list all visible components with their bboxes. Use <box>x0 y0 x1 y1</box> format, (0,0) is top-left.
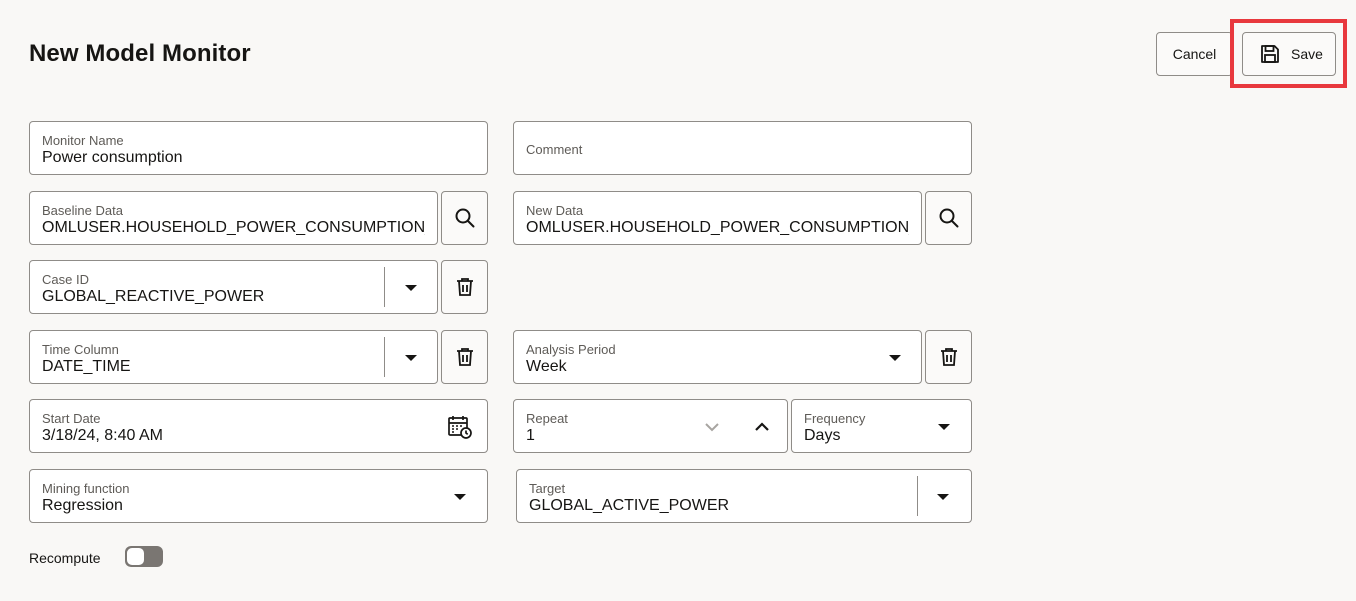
chevron-down-icon[interactable] <box>454 494 466 500</box>
cancel-button-label: Cancel <box>1172 46 1217 62</box>
chevron-down-icon[interactable] <box>889 355 901 361</box>
comment-label: Comment <box>526 142 583 157</box>
repeat-label: Repeat <box>526 411 568 426</box>
search-icon <box>454 207 476 229</box>
divider <box>384 337 385 377</box>
start-date-label: Start Date <box>42 411 101 426</box>
chevron-down-icon[interactable] <box>405 355 417 361</box>
new-data-label: New Data <box>526 203 584 218</box>
mining-function-value: Regression <box>42 497 123 514</box>
start-date-field[interactable]: Start Date 3/18/24, 8:40 AM <box>29 399 488 453</box>
frequency-label: Frequency <box>804 411 866 426</box>
save-button-label: Save <box>1291 46 1323 62</box>
frequency-value: Days <box>804 427 841 444</box>
target-select[interactable]: Target GLOBAL_ACTIVE_POWER <box>516 469 972 523</box>
calendar-icon[interactable] <box>447 414 473 440</box>
target-value: GLOBAL_ACTIVE_POWER <box>529 497 730 514</box>
trash-icon <box>938 346 960 368</box>
trash-icon <box>454 276 476 298</box>
chevron-down-icon[interactable] <box>405 285 417 291</box>
new-data-value: OMLUSER.HOUSEHOLD_POWER_CONSUMPTION_2 <box>526 219 909 236</box>
recompute-toggle[interactable] <box>125 546 163 567</box>
cancel-button[interactable]: Cancel <box>1156 32 1233 76</box>
chevron-down-icon[interactable] <box>703 418 721 436</box>
time-column-value: DATE_TIME <box>42 358 131 375</box>
save-icon <box>1259 43 1281 65</box>
baseline-data-search-button[interactable] <box>441 191 488 245</box>
mining-function-select[interactable]: Mining function Regression <box>29 469 488 523</box>
analysis-period-value: Week <box>526 358 567 375</box>
baseline-data-field[interactable]: Baseline Data OMLUSER.HOUSEHOLD_POWER_CO… <box>29 191 438 245</box>
new-data-field[interactable]: New Data OMLUSER.HOUSEHOLD_POWER_CONSUMP… <box>513 191 922 245</box>
divider <box>917 476 918 516</box>
frequency-select[interactable]: Frequency Days <box>791 399 972 453</box>
time-column-select[interactable]: Time Column DATE_TIME <box>29 330 438 384</box>
chevron-down-icon[interactable] <box>937 494 949 500</box>
case-id-value: GLOBAL_REACTIVE_POWER <box>42 288 265 305</box>
mining-function-label: Mining function <box>42 481 130 496</box>
toggle-knob <box>127 548 144 565</box>
analysis-period-label: Analysis Period <box>526 342 616 357</box>
page-title: New Model Monitor <box>29 40 251 67</box>
case-id-delete-button[interactable] <box>441 260 488 314</box>
trash-icon <box>454 346 476 368</box>
comment-field[interactable]: Comment <box>513 121 972 175</box>
baseline-data-value: OMLUSER.HOUSEHOLD_POWER_CONSUMPTION_2 <box>42 219 425 236</box>
repeat-stepper[interactable]: Repeat 1 <box>513 399 788 453</box>
analysis-period-delete-button[interactable] <box>925 330 972 384</box>
monitor-name-field[interactable]: Monitor Name Power consumption <box>29 121 488 175</box>
monitor-name-value: Power consumption <box>42 149 183 166</box>
search-icon <box>938 207 960 229</box>
new-data-search-button[interactable] <box>925 191 972 245</box>
time-column-label: Time Column <box>42 342 119 357</box>
case-id-label: Case ID <box>42 272 89 287</box>
baseline-data-label: Baseline Data <box>42 203 123 218</box>
analysis-period-select[interactable]: Analysis Period Week <box>513 330 922 384</box>
repeat-value: 1 <box>526 427 535 444</box>
chevron-up-icon[interactable] <box>753 418 771 436</box>
chevron-down-icon[interactable] <box>938 424 950 430</box>
start-date-value: 3/18/24, 8:40 AM <box>42 427 163 444</box>
target-label: Target <box>529 481 566 496</box>
recompute-label: Recompute <box>29 550 101 566</box>
monitor-name-label: Monitor Name <box>42 133 124 148</box>
divider <box>384 267 385 307</box>
case-id-select[interactable]: Case ID GLOBAL_REACTIVE_POWER <box>29 260 438 314</box>
save-button[interactable]: Save <box>1242 32 1336 76</box>
time-column-delete-button[interactable] <box>441 330 488 384</box>
